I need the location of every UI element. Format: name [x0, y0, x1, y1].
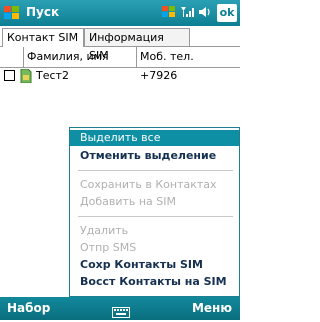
page-title[interactable]: Пуск — [26, 5, 59, 19]
menu-delete[interactable]: Удалить — [70, 223, 239, 239]
menu-add-to-sim[interactable]: Добавить на SIM — [70, 194, 239, 210]
tab-sim-contacts[interactable]: Контакт SIM — [2, 28, 84, 47]
menu-separator — [78, 216, 233, 217]
ok-button[interactable]: ok — [217, 4, 237, 22]
signal-icon[interactable] — [180, 4, 194, 23]
menu-deselect[interactable]: Отменить выделение — [70, 148, 239, 164]
menu-save-sim-contacts[interactable]: Сохр Контакты SIM — [70, 257, 239, 273]
row-checkbox[interactable] — [4, 70, 15, 81]
column-name[interactable]: Фамилия, имя — [23, 47, 136, 67]
menu-separator — [78, 170, 233, 171]
windows-flag-icon[interactable] — [162, 4, 176, 23]
dial-softkey[interactable]: Набор — [7, 301, 50, 315]
menu-select-all[interactable]: Выделить все — [70, 130, 239, 146]
sound-icon[interactable] — [198, 4, 212, 23]
column-phone[interactable]: Моб. тел. — [136, 47, 240, 67]
status-icons — [162, 4, 212, 23]
table-row[interactable]: Тест2 +7926 — [0, 68, 240, 84]
contact-name: Тест2 — [36, 69, 69, 82]
windows-flag-icon[interactable] — [3, 4, 21, 22]
sim-card-icon — [20, 68, 32, 84]
menu-softkey[interactable]: Меню — [192, 301, 232, 315]
context-menu: Выделить все Отменить выделение Сохранит… — [69, 127, 240, 297]
tab-sim-info[interactable]: Информация SIM — [84, 28, 190, 62]
table-header: Фамилия, имя Моб. тел. — [0, 47, 240, 68]
menu-send-sms[interactable]: Отпр SMS — [70, 240, 239, 256]
menu-save-to-contacts[interactable]: Сохранить в Контактах — [70, 177, 239, 193]
keyboard-icon[interactable] — [112, 303, 130, 318]
softkey-bar: Набор Меню — [0, 297, 240, 320]
menu-restore-sim-contacts[interactable]: Восст Контакты на SIM — [70, 274, 239, 290]
contact-phone: +7926 — [140, 69, 178, 82]
title-bar: Пуск ok — [0, 0, 240, 26]
tab-bar: Контакт SIM Информация SIM — [0, 26, 240, 62]
